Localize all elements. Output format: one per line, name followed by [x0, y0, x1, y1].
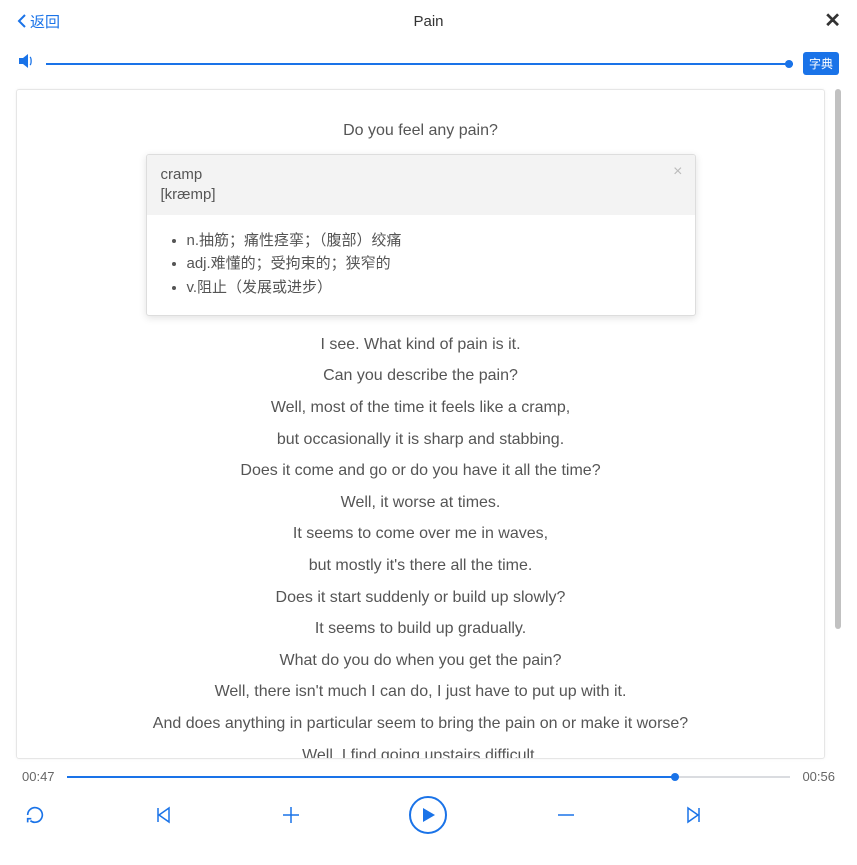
play-button[interactable] [409, 796, 447, 834]
progress-slider[interactable] [67, 776, 791, 778]
progress-fill [67, 776, 675, 778]
popover-close-button[interactable]: × [673, 163, 682, 181]
repeat-button[interactable] [24, 804, 46, 826]
popover-word: cramp [161, 165, 681, 185]
chevron-left-icon [16, 13, 28, 29]
definition-item: adj.难懂的；受拘束的；狭窄的 [187, 252, 675, 275]
progress-bar: 00:47 00:56 [0, 759, 857, 788]
transcript-line[interactable]: Does it start suddenly or build up slowl… [41, 585, 800, 611]
transcript-line[interactable]: but mostly it's there all the time. [41, 553, 800, 579]
back-label: 返回 [30, 11, 60, 32]
skip-forward-icon [684, 805, 704, 825]
transcript-line[interactable]: What do you do when you get the pain? [41, 648, 800, 674]
close-icon: × [673, 163, 682, 180]
speed-up-button[interactable] [280, 804, 302, 826]
transcript-line[interactable]: Well, it worse at times. [41, 490, 800, 516]
transcript-line[interactable]: It seems to come over me in waves, [41, 521, 800, 547]
close-icon: ✕ [824, 10, 841, 32]
transcript-line[interactable]: Can you describe the pain? [41, 363, 800, 389]
minus-icon [555, 804, 577, 826]
transcript-line[interactable]: Well, there isn't much I can do, I just … [41, 679, 800, 705]
transcript-line[interactable]: And does anything in particular seem to … [41, 711, 800, 737]
volume-thumb[interactable] [785, 60, 793, 68]
dictionary-button[interactable]: 字典 [803, 52, 839, 75]
time-current: 00:47 [22, 769, 55, 784]
header: 返回 Pain ✕ [0, 0, 857, 42]
page-title: Pain [413, 13, 443, 30]
transcript-line[interactable]: Well, most of the time it feels like a c… [41, 395, 800, 421]
volume-slider[interactable] [46, 63, 793, 65]
scrollbar[interactable] [831, 89, 841, 759]
volume-bar: 字典 [0, 42, 857, 85]
transcript-panel: Do you feel any pain? cramp [kræmp] × n.… [16, 89, 825, 759]
repeat-icon [24, 804, 46, 826]
transcript-line[interactable]: Do you feel any pain? [41, 118, 800, 144]
time-total: 00:56 [802, 769, 835, 784]
back-button[interactable]: 返回 [16, 11, 60, 32]
dictionary-popover: cramp [kræmp] × n.抽筋；痛性痉挛；（腹部）绞痛 adj.难懂的… [146, 154, 696, 316]
plus-icon [280, 804, 302, 826]
definition-item: n.抽筋；痛性痉挛；（腹部）绞痛 [187, 229, 675, 252]
progress-thumb[interactable] [671, 773, 679, 781]
skip-back-icon [153, 805, 173, 825]
transcript-line[interactable]: Does it come and go or do you have it al… [41, 458, 800, 484]
volume-icon[interactable] [18, 53, 36, 74]
play-icon [421, 807, 435, 823]
transcript-line[interactable]: It seems to build up gradually. [41, 616, 800, 642]
transcript-line[interactable]: I see. What kind of pain is it. [41, 332, 800, 358]
next-button[interactable] [684, 805, 704, 825]
definition-item: v.阻止（发展或进步） [187, 276, 675, 299]
popover-body: n.抽筋；痛性痉挛；（腹部）绞痛 adj.难懂的；受拘束的；狭窄的 v.阻止（发… [147, 215, 695, 315]
popover-header: cramp [kræmp] × [147, 155, 695, 216]
scrollbar-thumb[interactable] [835, 89, 841, 629]
popover-phonetic: [kræmp] [161, 185, 681, 205]
close-button[interactable]: ✕ [824, 11, 841, 31]
transcript-line[interactable]: but occasionally it is sharp and stabbin… [41, 427, 800, 453]
transcript-line[interactable]: Well, I find going upstairs difficult. [41, 743, 800, 759]
playback-controls [0, 788, 857, 846]
previous-button[interactable] [153, 805, 173, 825]
speed-down-button[interactable] [555, 804, 577, 826]
